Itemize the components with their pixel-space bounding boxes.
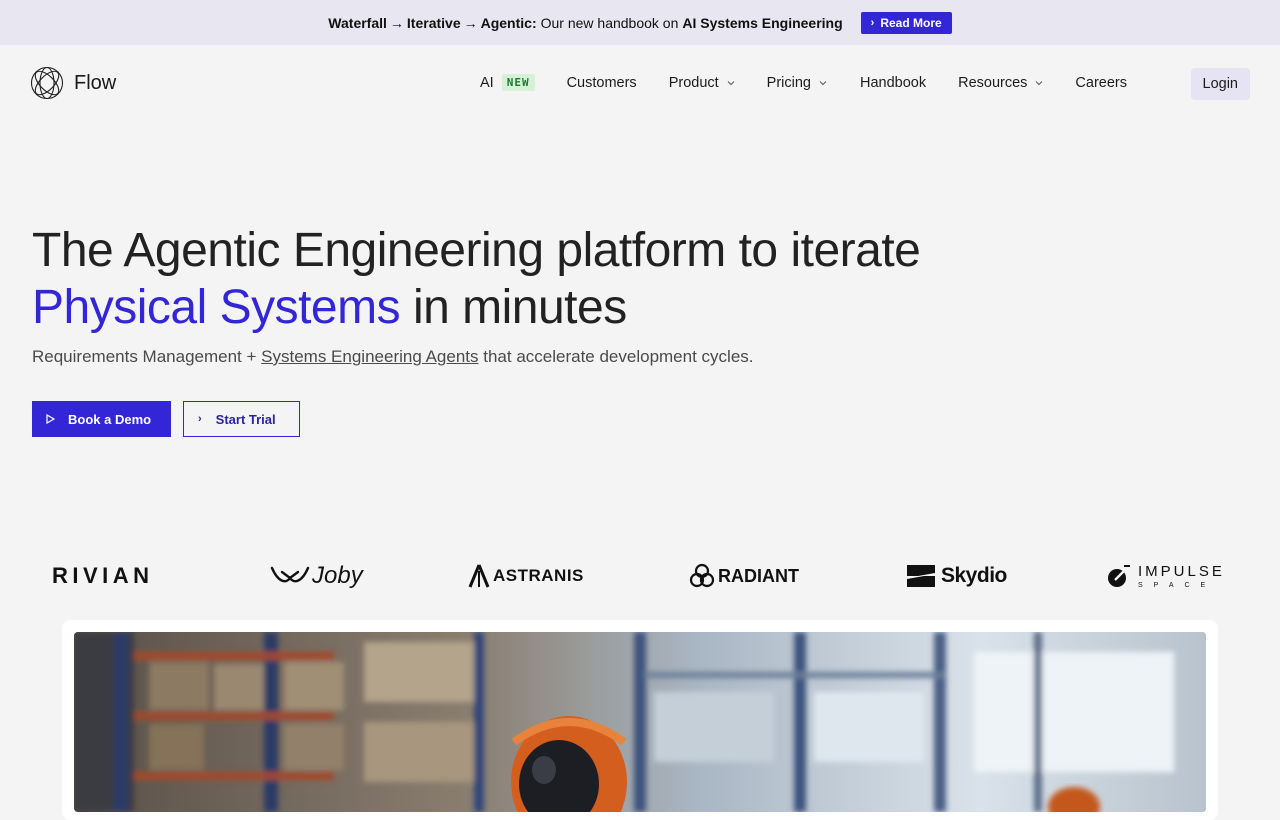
flow-logo-icon (30, 66, 64, 100)
read-more-label: Read More (880, 15, 942, 30)
book-demo-label: Book a Demo (68, 411, 152, 427)
chevron-down-icon (1036, 80, 1043, 85)
nav-item-label: Careers (1075, 74, 1127, 91)
nav-item-label: Pricing (766, 74, 811, 91)
main-nav: Flow AI NEW Customers Product Pricing Ha… (0, 46, 1280, 122)
warehouse-robot-image (74, 632, 1206, 812)
hero-title-line1: The Agentic Engineering platform to iter… (32, 224, 921, 277)
hero-title: The Agentic Engineering platform to iter… (32, 222, 921, 336)
announcement-text: Our new handbook on (540, 14, 679, 31)
announcement-part2: Iterative (406, 14, 461, 31)
joby-mark-icon (270, 566, 310, 583)
hero-title-accent: Physical Systems (32, 281, 401, 334)
nav-item-label: Handbook (860, 74, 927, 91)
hero-video[interactable] (74, 632, 1206, 812)
nav-item-careers[interactable]: Careers (1075, 75, 1127, 91)
nav-item-label: Product (668, 74, 719, 91)
logo-link[interactable]: Flow (30, 66, 116, 100)
joby-logo: Joby (270, 555, 363, 597)
announcement-highlight: AI Systems Engineering (682, 14, 843, 31)
chevron-right-icon: › (198, 413, 202, 425)
nav-item-customers[interactable]: Customers (567, 75, 637, 91)
radiant-mark-icon (689, 563, 715, 588)
chevron-down-icon (819, 80, 827, 85)
systems-engineering-agents-link[interactable]: Systems Engineering Agents (261, 347, 478, 366)
nav-item-label: Resources (958, 74, 1028, 91)
nav-item-label: AI (480, 74, 494, 91)
nav-item-product[interactable]: Product (669, 75, 735, 91)
announcement-part3: Agentic: (480, 14, 537, 31)
rivian-logo: RIVIAN (52, 563, 154, 588)
start-trial-button[interactable]: › Start Trial (183, 401, 300, 437)
arrow-2: → (463, 14, 478, 31)
chevron-right-icon: › (870, 16, 875, 29)
read-more-button[interactable]: › Read More (860, 11, 952, 34)
login-button[interactable]: Login (1190, 68, 1250, 100)
announcement-part1: Waterfall (328, 14, 387, 31)
nav-item-handbook[interactable]: Handbook (860, 75, 926, 91)
radiant-logo: RADIANT (689, 555, 799, 597)
arrow-1: → (389, 14, 404, 31)
nav-item-label: Customers (566, 74, 637, 91)
nav-items: AI NEW Customers Product Pricing Handboo… (480, 74, 1127, 91)
astranis-logo: ASTRANIS (467, 555, 584, 597)
astranis-mark-icon (468, 564, 490, 588)
impulse-mark-icon (1108, 565, 1130, 587)
hero-subtitle: Requirements Management + Systems Engine… (32, 347, 754, 367)
new-badge: NEW (501, 74, 535, 91)
brand-name: Flow (74, 71, 117, 94)
start-trial-label: Start Trial (215, 411, 276, 427)
nav-item-resources[interactable]: Resources (958, 75, 1043, 91)
customer-logos: RIVIAN Joby ASTRANIS RADIANT Skydio IMPU… (0, 555, 1280, 597)
skydio-mark-icon (907, 565, 935, 587)
impulse-space-logo: IMPULSE SPACE (1106, 555, 1225, 597)
nav-item-pricing[interactable]: Pricing (767, 75, 827, 91)
announcement-bar: Waterfall → Iterative → Agentic: Our new… (0, 0, 1280, 45)
hero-title-rest: in minutes (400, 281, 627, 334)
hero-subtitle-post: that accelerate development cycles. (478, 347, 754, 366)
chevron-down-icon (727, 80, 735, 85)
play-icon (46, 414, 55, 424)
skydio-logo: Skydio (906, 555, 1007, 597)
hero-subtitle-pre: Requirements Management + (32, 347, 262, 366)
nav-item-ai[interactable]: AI NEW (480, 74, 535, 91)
book-demo-button[interactable]: Book a Demo (32, 401, 171, 437)
